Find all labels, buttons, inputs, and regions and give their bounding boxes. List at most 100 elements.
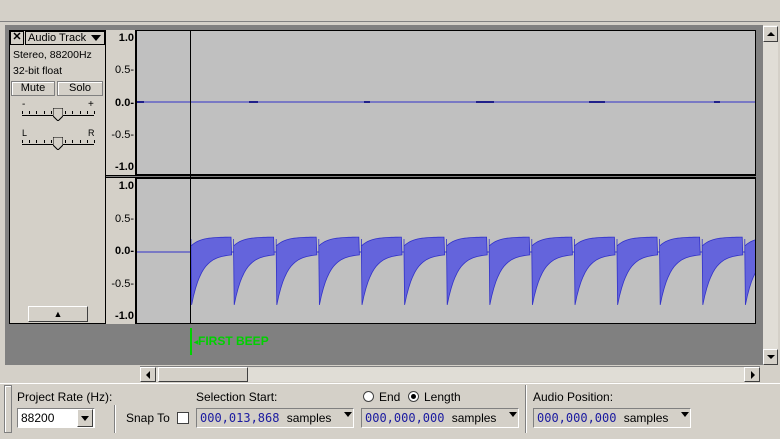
length-radio[interactable]: [408, 391, 419, 402]
solo-button[interactable]: Solo: [57, 81, 103, 96]
arrow-right-icon: [751, 371, 755, 379]
waveform-pulse: [616, 236, 659, 305]
playback-cursor-line: [190, 30, 191, 324]
ruler-tick-label: 0.5-: [115, 212, 134, 225]
slider-tick: [72, 140, 74, 143]
scroll-left-button[interactable]: [140, 367, 156, 382]
gain-slider-thumb[interactable]: [53, 108, 63, 121]
horizontal-scroll-thumb[interactable]: [158, 367, 248, 382]
selection-start-label: Selection Start:: [196, 390, 278, 404]
audio-position-unit: samples: [623, 411, 669, 425]
toolbar-separator: [525, 385, 526, 433]
ruler-tick-label: 1.0: [118, 180, 134, 192]
slider-tick: [22, 140, 23, 143]
ruler-tick-label: -1.0: [115, 161, 134, 173]
waveform-pulse: [701, 236, 744, 305]
end-label: End: [379, 390, 401, 404]
ruler-tick-label: 1.0: [118, 32, 134, 44]
project-rate-label: Project Rate (Hz):: [17, 390, 113, 404]
track-name: Audio Track: [28, 32, 87, 44]
project-rate-dropdown-button[interactable]: [77, 409, 93, 427]
waveform-blip: [249, 101, 258, 103]
pan-right-label: R: [88, 128, 95, 138]
pan-left-label: L: [22, 128, 28, 138]
chevron-down-icon: [344, 412, 352, 417]
slider-tick: [94, 140, 95, 143]
toolbar-separator: [114, 405, 115, 433]
scroll-right-button[interactable]: [744, 367, 760, 382]
waveform-pulse: [446, 236, 488, 305]
slider-tick: [65, 140, 67, 143]
selection-start-field[interactable]: 000,013,868 samples: [196, 408, 354, 428]
arrow-down-icon: [767, 355, 775, 359]
length-field[interactable]: 000,000,000 samples: [361, 408, 519, 428]
slider-tick: [29, 111, 31, 114]
collapse-track-button[interactable]: ▲: [28, 306, 88, 322]
slider-tick: [86, 140, 88, 143]
mute-button[interactable]: Mute: [11, 81, 55, 96]
track-name-menu-button[interactable]: Audio Track: [25, 31, 105, 45]
end-radio[interactable]: [363, 391, 374, 402]
audio-position-value: 000,000,000: [537, 411, 617, 425]
slider-tick: [72, 111, 74, 114]
slider-tick: [50, 140, 52, 143]
waveform-blip: [714, 101, 720, 103]
waveform-pulse: [275, 236, 318, 305]
gain-plus-label: +: [88, 99, 94, 110]
length-label: Length: [424, 390, 461, 404]
arrow-left-icon: [146, 371, 150, 379]
waveform-blip: [589, 101, 605, 103]
waveform-pulse: [403, 236, 446, 305]
ruler-tick-label: -0.5-: [111, 277, 134, 290]
ruler-tick-label: 0.0-: [115, 245, 134, 257]
waveform-pulse: [659, 236, 701, 305]
waveform-channel-left[interactable]: [136, 30, 756, 175]
selection-start-unit: samples: [286, 411, 332, 425]
pan-slider-thumb[interactable]: [53, 137, 63, 150]
length-unit: samples: [451, 411, 497, 425]
waveform-pulse: [531, 236, 573, 305]
label-first-beep[interactable]: ◂FIRST BEEP: [194, 334, 269, 348]
waveform-blip: [137, 101, 144, 103]
waveform-blip: [364, 101, 370, 103]
length-value: 000,000,000: [365, 411, 445, 425]
slider-tick: [43, 111, 45, 114]
label-track[interactable]: [5, 325, 762, 365]
label-text: FIRST BEEP: [198, 334, 269, 348]
arrow-up-icon: [767, 32, 775, 36]
scroll-down-button[interactable]: [763, 349, 778, 365]
toolbar-grip[interactable]: [4, 385, 12, 433]
slider-tick: [86, 111, 88, 114]
waveform-left-svg: [137, 101, 755, 103]
scroll-up-button[interactable]: [763, 26, 778, 42]
waveform-right-svg: [137, 236, 755, 305]
slider-tick: [79, 140, 81, 143]
chevron-down-icon: [681, 412, 689, 417]
label-marker[interactable]: [190, 328, 192, 355]
waveform-pulse: [233, 236, 275, 305]
gain-minus-label: -: [22, 99, 26, 110]
vertical-scrollbar[interactable]: [762, 25, 778, 365]
slider-tick: [36, 111, 38, 114]
waveform-pulse: [361, 236, 403, 305]
waveform-pulse: [488, 236, 531, 305]
track-bit-depth: 32-bit float: [13, 65, 63, 77]
snap-to-checkbox[interactable]: [177, 412, 189, 424]
ruler-tick-label: -1.0: [115, 310, 134, 322]
snap-to-label: Snap To: [126, 411, 170, 425]
slider-tick: [94, 111, 95, 114]
audio-position-field[interactable]: 000,000,000 samples: [533, 408, 691, 428]
ruler-tick-label: 0.0-: [115, 96, 134, 109]
chevron-down-icon: [509, 412, 517, 417]
slider-tick: [50, 111, 52, 114]
waveform-channel-right[interactable]: [136, 178, 756, 324]
slider-tick: [65, 111, 67, 114]
waveform-pulse: [190, 236, 233, 305]
project-rate-value: 88200: [21, 411, 55, 425]
track-format: Stereo, 88200Hz: [13, 49, 92, 61]
ruler-tick-label: -0.5-: [111, 128, 134, 141]
close-track-button[interactable]: ✕: [10, 31, 24, 45]
slider-tick: [29, 140, 31, 143]
waveform-pulse: [744, 239, 755, 305]
waveform-blip: [476, 101, 494, 103]
